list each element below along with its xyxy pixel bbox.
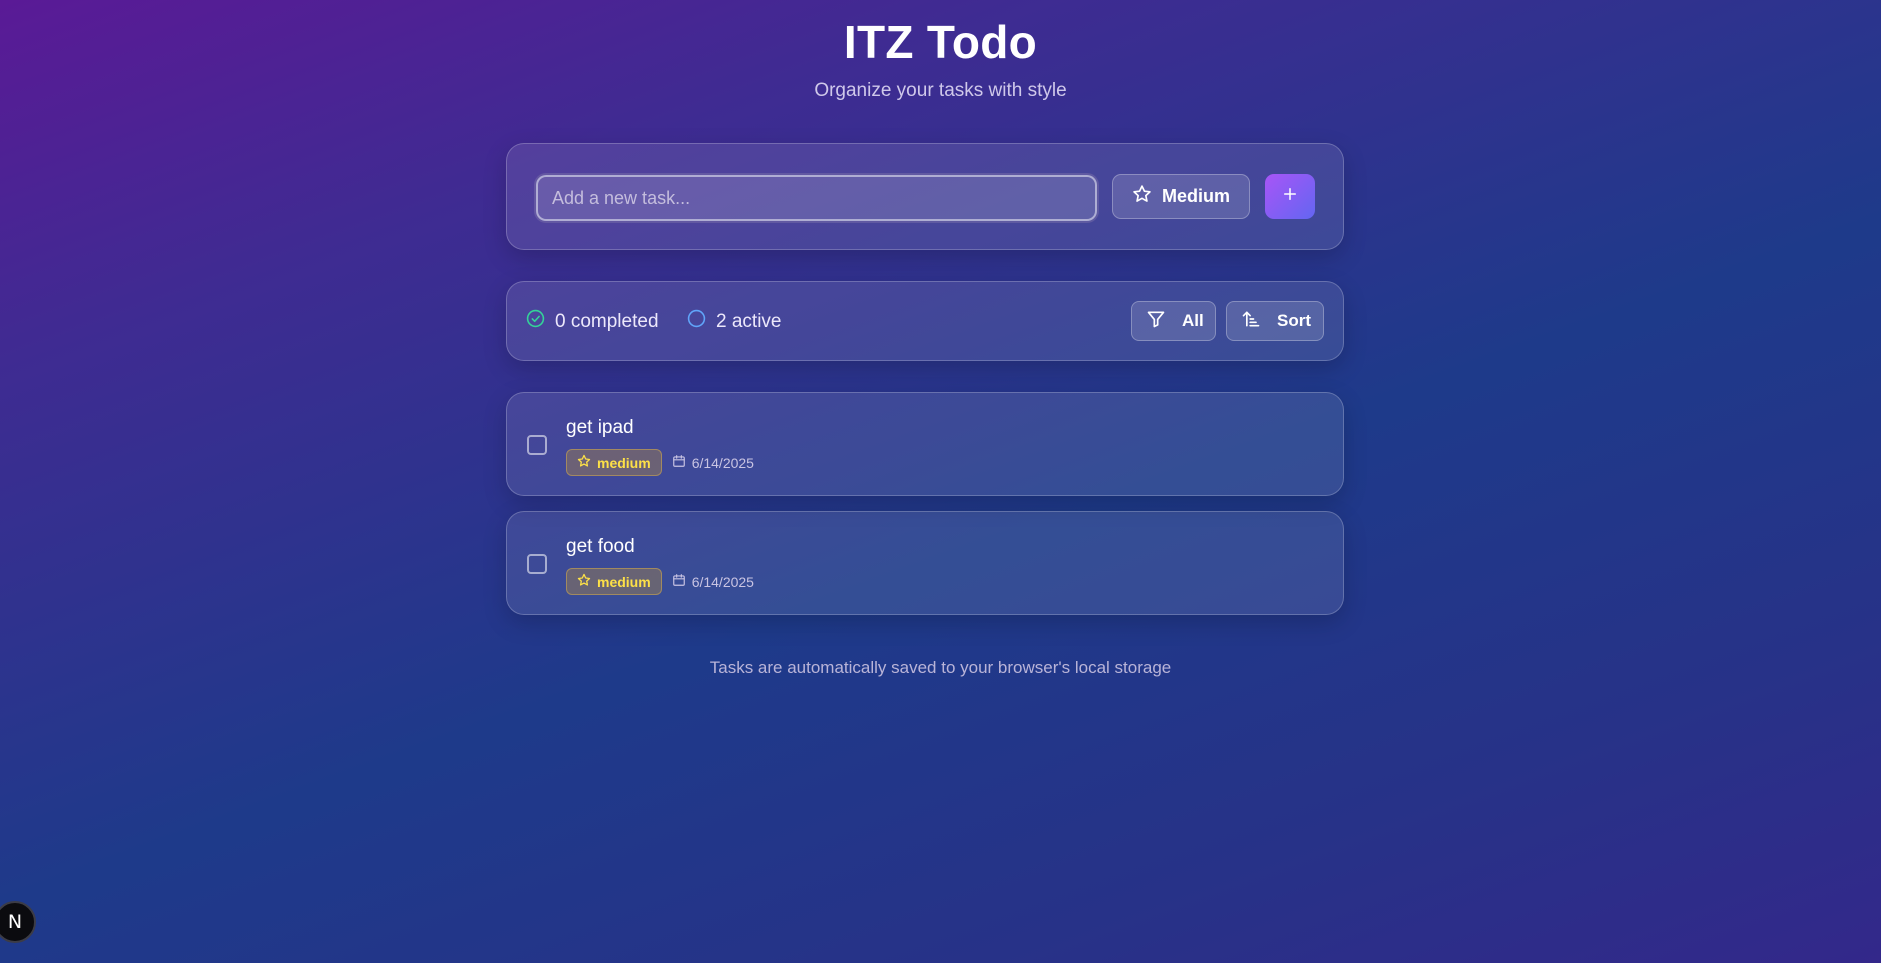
calendar-icon	[672, 573, 686, 590]
task-title[interactable]: get ipad	[566, 417, 634, 439]
filter-label: All	[1182, 311, 1204, 330]
add-task-card: Medium	[506, 143, 1344, 250]
sort-button[interactable]: Sort	[1226, 301, 1324, 341]
priority-badge: medium	[566, 449, 662, 476]
completed-label: 0 completed	[555, 310, 659, 332]
star-icon	[1132, 184, 1152, 209]
task-checkbox[interactable]	[527, 554, 547, 574]
circle-icon	[687, 309, 706, 334]
priority-label: Medium	[1161, 186, 1230, 206]
task-date-label: 6/14/2025	[691, 573, 754, 590]
filter-icon	[1146, 309, 1166, 334]
new-task-input[interactable]	[536, 175, 1097, 221]
priority-badge-label: medium	[597, 573, 651, 590]
plus-icon	[1281, 185, 1299, 208]
task-title[interactable]: get food	[566, 536, 635, 558]
check-circle-icon	[526, 309, 545, 334]
filter-button[interactable]: All	[1131, 301, 1216, 341]
app-header: ITZ Todo Organize your tasks with style	[0, 14, 1881, 102]
task-meta: medium 6/14/2025	[566, 449, 754, 476]
task-date-label: 6/14/2025	[691, 454, 754, 471]
add-task-button[interactable]	[1265, 174, 1315, 219]
sort-icon	[1241, 309, 1261, 334]
task-item: get food medium 6/14/2025	[506, 511, 1344, 615]
completed-count: 0 completed	[526, 309, 659, 334]
star-icon	[577, 454, 591, 471]
next-logo-icon: N	[7, 911, 23, 933]
priority-badge-label: medium	[597, 454, 651, 471]
storage-note: Tasks are automatically saved to your br…	[709, 658, 1172, 677]
sort-label: Sort	[1277, 311, 1311, 330]
app-title: ITZ Todo	[843, 16, 1038, 68]
dev-indicator-button[interactable]: N	[0, 901, 36, 943]
task-date: 6/14/2025	[672, 573, 754, 590]
priority-badge: medium	[566, 568, 662, 595]
star-icon	[577, 573, 591, 590]
active-label: 2 active	[716, 310, 782, 332]
stats-bar: 0 completed 2 active All Sort	[506, 281, 1344, 361]
app-subtitle: Organize your tasks with style	[814, 80, 1067, 101]
priority-select-button[interactable]: Medium	[1112, 174, 1250, 219]
calendar-icon	[672, 454, 686, 471]
task-checkbox[interactable]	[527, 435, 547, 455]
task-meta: medium 6/14/2025	[566, 568, 754, 595]
task-date: 6/14/2025	[672, 454, 754, 471]
active-count: 2 active	[687, 309, 781, 334]
task-item: get ipad medium 6/14/2025	[506, 392, 1344, 496]
